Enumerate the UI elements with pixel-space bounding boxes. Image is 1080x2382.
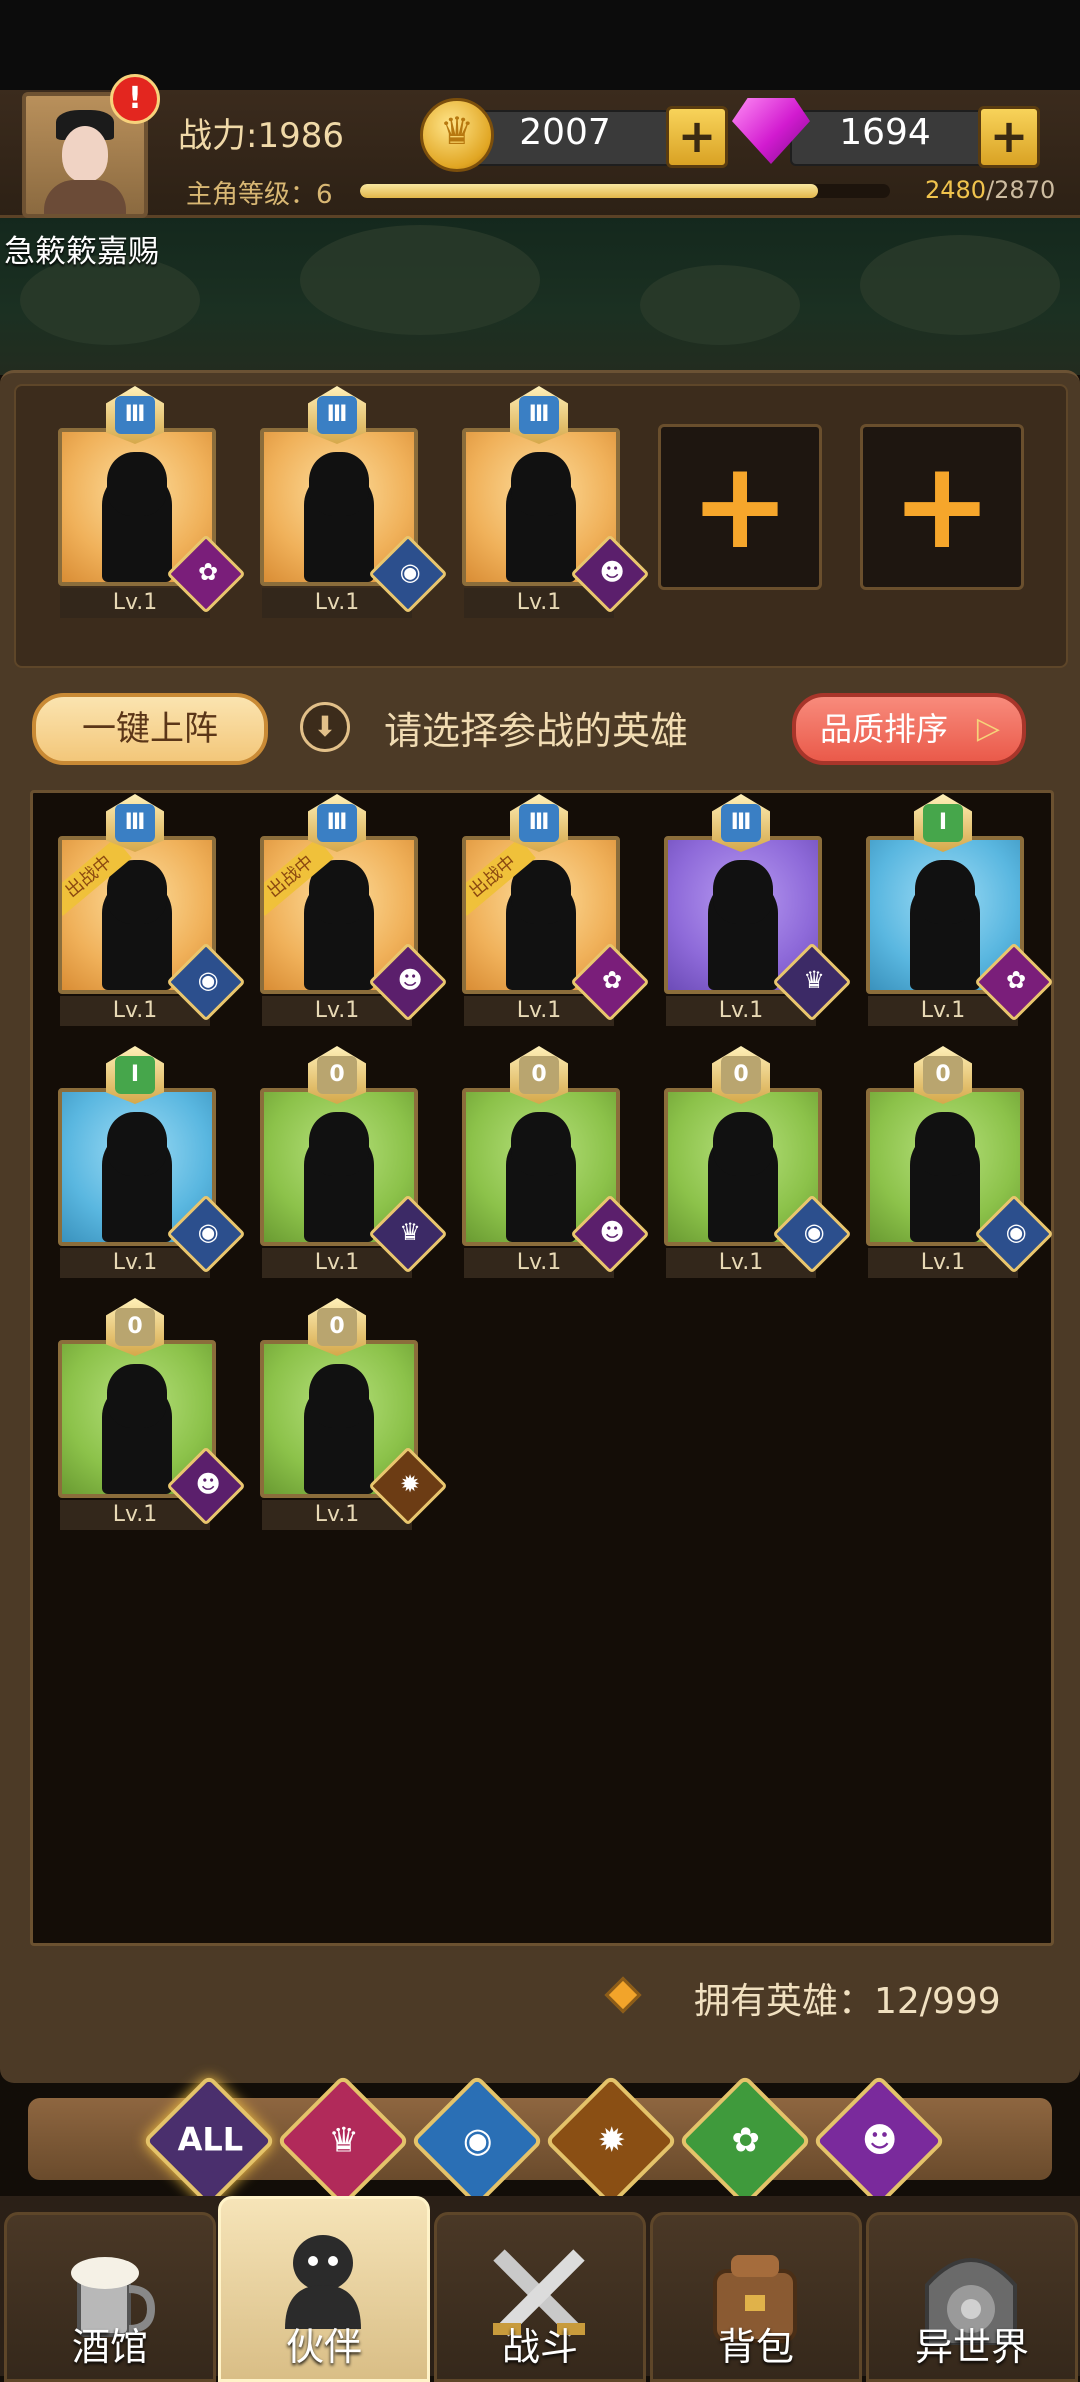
- nav-tab-tavern[interactable]: 酒馆: [4, 2212, 216, 2382]
- partners-icon: [259, 2229, 387, 2329]
- hero-portrait: [511, 1112, 571, 1176]
- rank-label: 0: [317, 1308, 357, 1346]
- combat-power: 战力:1986: [178, 116, 344, 156]
- rank-label: 0: [923, 1056, 963, 1094]
- lion-icon-glyph: ✹: [400, 1469, 421, 1498]
- broadcast-notice: 急簌簌嘉赐: [4, 234, 159, 270]
- rank-label: 0: [721, 1056, 761, 1094]
- alert-icon[interactable]: !: [110, 74, 160, 124]
- nav-tab-backpack[interactable]: 背包: [650, 2212, 862, 2382]
- hero-portrait: [107, 452, 167, 516]
- rank-label: Ⅲ: [317, 804, 357, 842]
- nav-label: 伙伴: [285, 2325, 362, 2369]
- empty-team-slot[interactable]: +: [860, 424, 1024, 590]
- fish-icon-glyph: ◉: [1005, 1217, 1027, 1246]
- select-hero-hint: 请选择参战的英雄: [384, 709, 689, 753]
- rank-label: Ⅲ: [115, 396, 155, 434]
- demon-icon-glyph: ☻: [599, 557, 625, 586]
- rank-label: Ⅲ: [721, 804, 761, 842]
- xp-text: 2480/2870: [925, 176, 1055, 204]
- nav-tab-battle[interactable]: 战斗: [434, 2212, 646, 2382]
- rank-label: Ⅰ: [115, 1056, 155, 1094]
- hero-portrait: [309, 1364, 369, 1428]
- filter-fish-icon[interactable]: ◉: [410, 2074, 544, 2208]
- down-arrow-icon: ⬇: [300, 702, 350, 752]
- rank-label: Ⅲ: [115, 804, 155, 842]
- demon-icon-glyph: ☻: [397, 965, 423, 994]
- nav-tab-other-world[interactable]: 异世界: [866, 2212, 1078, 2382]
- play-arrow-icon: ▷: [976, 711, 1000, 746]
- hero-portrait: [309, 1112, 369, 1176]
- filter-crown-icon[interactable]: ♛: [276, 2074, 410, 2208]
- player-level: 主角等级：6: [186, 180, 333, 210]
- demon-icon-glyph: ☻: [195, 1469, 221, 1498]
- rank-label: 0: [115, 1308, 155, 1346]
- filter-elf-icon[interactable]: ✿: [678, 2074, 812, 2208]
- rank-label: Ⅲ: [519, 396, 559, 434]
- elf-icon-glyph: ✿: [602, 965, 623, 994]
- filter-fish-icon-label: ◉: [462, 2120, 493, 2161]
- hero-portrait: [107, 1112, 167, 1176]
- hero-portrait: [107, 1364, 167, 1428]
- quality-sort-button[interactable]: 品质排序 ▷: [792, 693, 1026, 765]
- xp-max: /2870: [986, 176, 1056, 204]
- filter-lion-icon[interactable]: ✹: [544, 2074, 678, 2208]
- fish-icon-glyph: ◉: [197, 965, 219, 994]
- empty-team-slot[interactable]: +: [658, 424, 822, 590]
- nav-label: 背包: [717, 2325, 794, 2369]
- status-bar-area: [0, 0, 1080, 90]
- nav-label: 异世界: [914, 2325, 1029, 2369]
- nav-label: 酒馆: [71, 2325, 148, 2369]
- filter-lion-icon-label: ✹: [597, 2120, 626, 2161]
- auto-deploy-button[interactable]: 一键上阵: [32, 693, 268, 765]
- hero-portrait: [915, 860, 975, 924]
- xp-current: 2480: [925, 176, 987, 204]
- sort-label: 品质排序: [820, 710, 949, 748]
- hero-portrait: [309, 452, 369, 516]
- hero-portrait: [713, 860, 773, 924]
- rank-label: Ⅲ: [519, 804, 559, 842]
- fish-icon-glyph: ◉: [197, 1217, 219, 1246]
- fish-icon-glyph: ◉: [803, 1217, 825, 1246]
- nav-label: 战斗: [501, 2325, 578, 2369]
- gold-coin-icon: [420, 98, 494, 172]
- elf-icon-glyph: ✿: [198, 557, 219, 586]
- filter-elf-icon-label: ✿: [731, 2120, 760, 2161]
- rank-label: Ⅰ: [923, 804, 963, 842]
- forest-background: [0, 215, 1080, 375]
- filter-all-label: ALL: [177, 2120, 244, 2159]
- nav-tab-partners[interactable]: 伙伴: [218, 2196, 430, 2382]
- filter-demon-icon-label: ☻: [861, 2120, 898, 2161]
- filter-all[interactable]: ALL: [142, 2074, 276, 2208]
- crown-icon-glyph: ♛: [399, 1217, 421, 1246]
- xp-progress-bar: [360, 184, 890, 198]
- hero-portrait: [915, 1112, 975, 1176]
- rank-label: Ⅲ: [317, 396, 357, 434]
- rank-label: 0: [519, 1056, 559, 1094]
- hero-portrait: [713, 1112, 773, 1176]
- hero-portrait: [511, 452, 571, 516]
- gem-amount: 1694: [839, 112, 931, 153]
- filter-demon-icon[interactable]: ☻: [812, 2074, 946, 2208]
- crown-icon-glyph: ♛: [803, 965, 825, 994]
- add-gold-button[interactable]: +: [666, 106, 728, 168]
- filter-crown-icon-label: ♛: [328, 2120, 359, 2161]
- xp-progress-fill: [360, 184, 818, 198]
- fish-icon-glyph: ◉: [399, 557, 421, 586]
- rank-label: 0: [317, 1056, 357, 1094]
- owned-heroes-count: 拥有英雄：12/999: [694, 1981, 1001, 2022]
- gold-amount: 2007: [519, 112, 611, 153]
- add-gem-button[interactable]: +: [978, 106, 1040, 168]
- demon-icon-glyph: ☻: [599, 1217, 625, 1246]
- elf-icon-glyph: ✿: [1006, 965, 1027, 994]
